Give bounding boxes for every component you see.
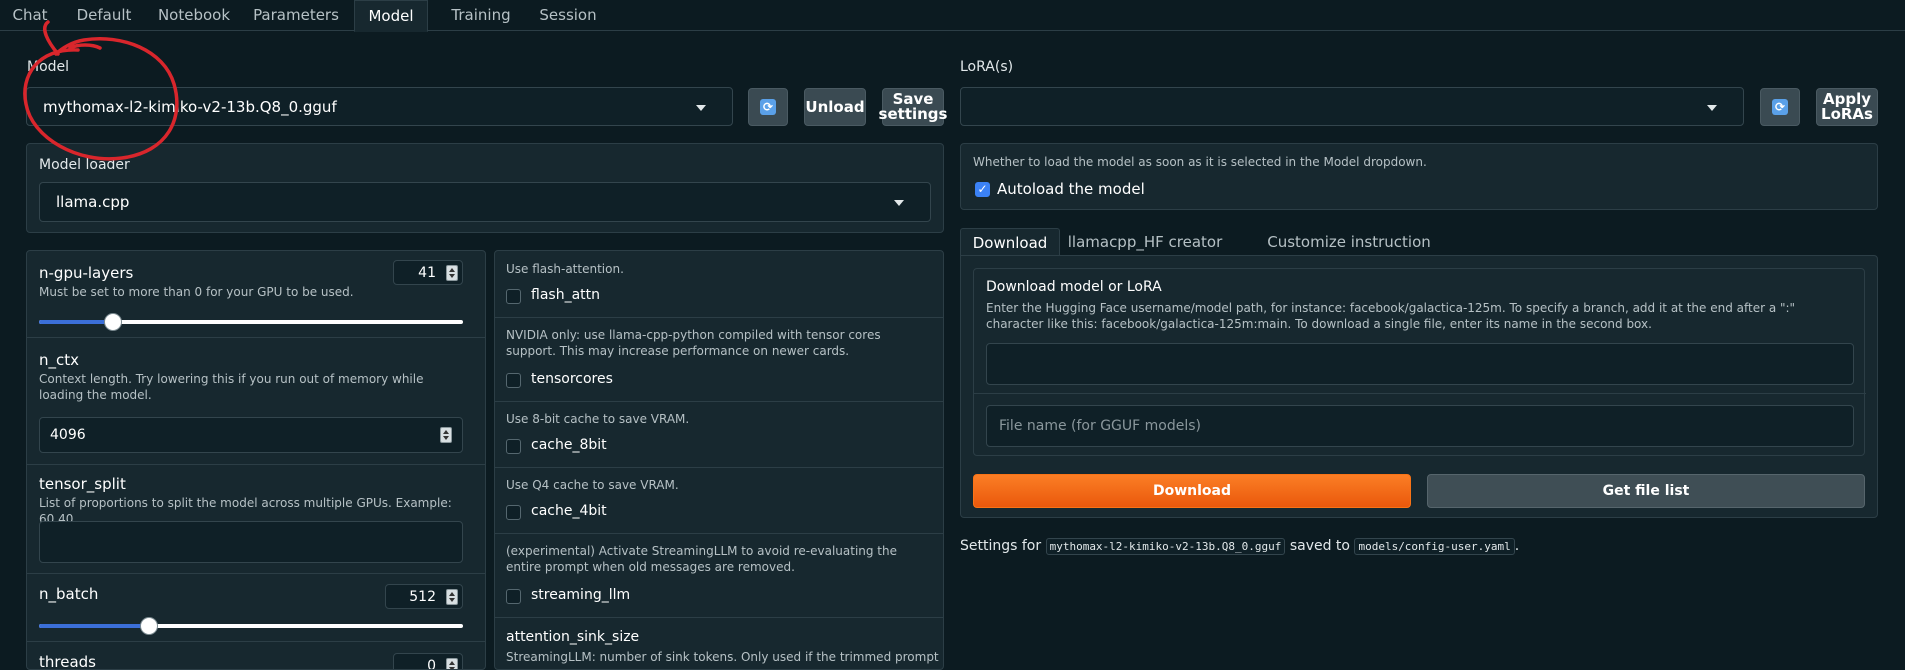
divider	[27, 337, 486, 338]
tensorcores-checkbox[interactable]	[506, 373, 521, 388]
model-loader-panel: Model loader llama.cpp	[26, 143, 944, 233]
model-path-input[interactable]	[986, 343, 1854, 385]
file-name-input[interactable]: File name (for GGUF models)	[986, 405, 1854, 447]
model-dropdown-value: mythomax-l2-kimiko-v2-13b.Q8_0.gguf	[43, 98, 337, 116]
main-tab-bar: Chat Default Notebook Parameters Model T…	[0, 0, 1905, 31]
refresh-icon: ⟳	[1772, 99, 1788, 115]
status-config-path: models/config-user.yaml	[1354, 538, 1514, 555]
divider	[974, 393, 1866, 394]
status-suffix: .	[1515, 538, 1519, 554]
divider	[495, 401, 944, 402]
slider-fill	[39, 624, 149, 628]
download-button[interactable]: Download	[973, 474, 1411, 508]
autoload-label: Autoload the model	[997, 180, 1145, 198]
flash-attn-label: flash_attn	[531, 287, 600, 303]
spinner-icon[interactable]	[440, 427, 452, 443]
divider	[495, 533, 944, 534]
download-panel: Download model or LoRA Enter the Hugging…	[960, 255, 1878, 518]
divider	[27, 464, 486, 465]
tab-chat[interactable]: Chat	[0, 0, 60, 31]
tensorcores-label: tensorcores	[531, 371, 613, 387]
cache-4bit-info: Use Q4 cache to save VRAM.	[506, 477, 679, 493]
status-mid: saved to	[1290, 538, 1350, 554]
status-model-name: mythomax-l2-kimiko-v2-13b.Q8_0.gguf	[1046, 538, 1286, 555]
n-gpu-layers-input[interactable]: 41	[393, 260, 463, 285]
lora-dropdown[interactable]	[960, 87, 1744, 126]
n-ctx-label: n_ctx	[39, 351, 79, 369]
model-loader-label: Model loader	[39, 157, 130, 173]
slider-fill	[39, 320, 113, 324]
attention-sink-size-label: attention_sink_size	[506, 629, 639, 645]
n-gpu-layers-slider[interactable]	[39, 320, 463, 324]
lora-refresh-button[interactable]: ⟳	[1760, 88, 1800, 126]
chevron-down-icon	[894, 200, 904, 206]
tab-default[interactable]: Default	[64, 0, 144, 31]
download-info: Enter the Hugging Face username/model pa…	[986, 300, 1856, 332]
save-settings-button[interactable]: Save settings	[882, 88, 944, 126]
tab-notebook[interactable]: Notebook	[148, 0, 240, 31]
n-ctx-info: Context length. Try lowering this if you…	[39, 371, 459, 403]
numeric-params-panel: n-gpu-layers Must be set to more than 0 …	[26, 250, 486, 670]
get-file-list-button[interactable]: Get file list	[1427, 474, 1865, 508]
attention-sink-size-info: StreamingLLM: number of sink tokens. Onl…	[506, 649, 939, 665]
model-label: Model	[27, 59, 69, 75]
threads-input[interactable]: 0	[393, 653, 463, 670]
tensor-split-label: tensor_split	[39, 475, 126, 493]
download-form: Download model or LoRA Enter the Hugging…	[973, 268, 1865, 456]
spinner-icon[interactable]	[446, 589, 458, 605]
n-batch-input[interactable]: 512	[385, 584, 463, 609]
spinner-icon[interactable]	[446, 658, 458, 670]
slider-handle[interactable]	[104, 313, 122, 331]
tab-model[interactable]: Model	[354, 0, 428, 32]
tab-customize-instruction-template[interactable]: Customize instruction template	[1234, 228, 1464, 256]
model-dropdown[interactable]: mythomax-l2-kimiko-v2-13b.Q8_0.gguf	[26, 87, 733, 126]
tensorcores-info: NVIDIA only: use llama-cpp-python compil…	[506, 327, 926, 359]
cache-8bit-checkbox[interactable]	[506, 439, 521, 454]
n-batch-slider[interactable]	[39, 624, 463, 628]
threads-label: threads	[39, 653, 96, 670]
autoload-checkbox[interactable]: ✓	[975, 182, 990, 197]
flash-attn-checkbox[interactable]	[506, 289, 521, 304]
chevron-down-icon	[696, 105, 706, 111]
autoload-info: Whether to load the model as soon as it …	[973, 154, 1427, 170]
tab-session[interactable]: Session	[530, 0, 606, 31]
divider	[495, 467, 944, 468]
n-gpu-layers-label: n-gpu-layers	[39, 264, 133, 282]
n-ctx-input[interactable]: 4096	[39, 417, 463, 453]
autoload-panel: Whether to load the model as soon as it …	[960, 143, 1878, 210]
cache-8bit-label: cache_8bit	[531, 437, 607, 453]
apply-loras-button[interactable]: Apply LoRAs	[1816, 88, 1878, 126]
chevron-down-icon	[1707, 105, 1717, 111]
cache-4bit-label: cache_4bit	[531, 503, 607, 519]
divider	[27, 573, 486, 574]
streaming-llm-info: (experimental) Activate StreamingLLM to …	[506, 543, 926, 575]
tab-training[interactable]: Training	[436, 0, 526, 31]
streaming-llm-checkbox[interactable]	[506, 589, 521, 604]
model-loader-dropdown[interactable]: llama.cpp	[39, 182, 931, 222]
tab-download[interactable]: Download	[960, 228, 1060, 256]
n-gpu-layers-info: Must be set to more than 0 for your GPU …	[39, 284, 354, 300]
spinner-icon[interactable]	[446, 265, 458, 281]
streaming-llm-label: streaming_llm	[531, 587, 630, 603]
download-title: Download model or LoRA	[986, 279, 1162, 295]
flags-panel: Use flash-attention. flash_attn NVIDIA o…	[494, 250, 944, 670]
status-message: Settings for mythomax-l2-kimiko-v2-13b.Q…	[960, 538, 1519, 554]
unload-button[interactable]: Unload	[804, 88, 866, 126]
flash-attn-info: Use flash-attention.	[506, 261, 624, 277]
tensor-split-input[interactable]	[39, 521, 463, 563]
model-refresh-button[interactable]: ⟳	[748, 88, 788, 126]
n-batch-label: n_batch	[39, 585, 98, 603]
divider	[495, 617, 944, 618]
status-prefix: Settings for	[960, 538, 1041, 554]
cache-8bit-info: Use 8-bit cache to save VRAM.	[506, 411, 689, 427]
tab-parameters[interactable]: Parameters	[246, 0, 346, 31]
lora-label: LoRA(s)	[960, 59, 1013, 75]
divider	[27, 641, 486, 642]
model-loader-value: llama.cpp	[56, 193, 129, 211]
divider	[495, 317, 944, 318]
slider-handle[interactable]	[140, 617, 158, 635]
refresh-icon: ⟳	[760, 99, 776, 115]
tab-llamacpp-hf-creator[interactable]: llamacpp_HF creator	[1066, 228, 1224, 256]
cache-4bit-checkbox[interactable]	[506, 505, 521, 520]
